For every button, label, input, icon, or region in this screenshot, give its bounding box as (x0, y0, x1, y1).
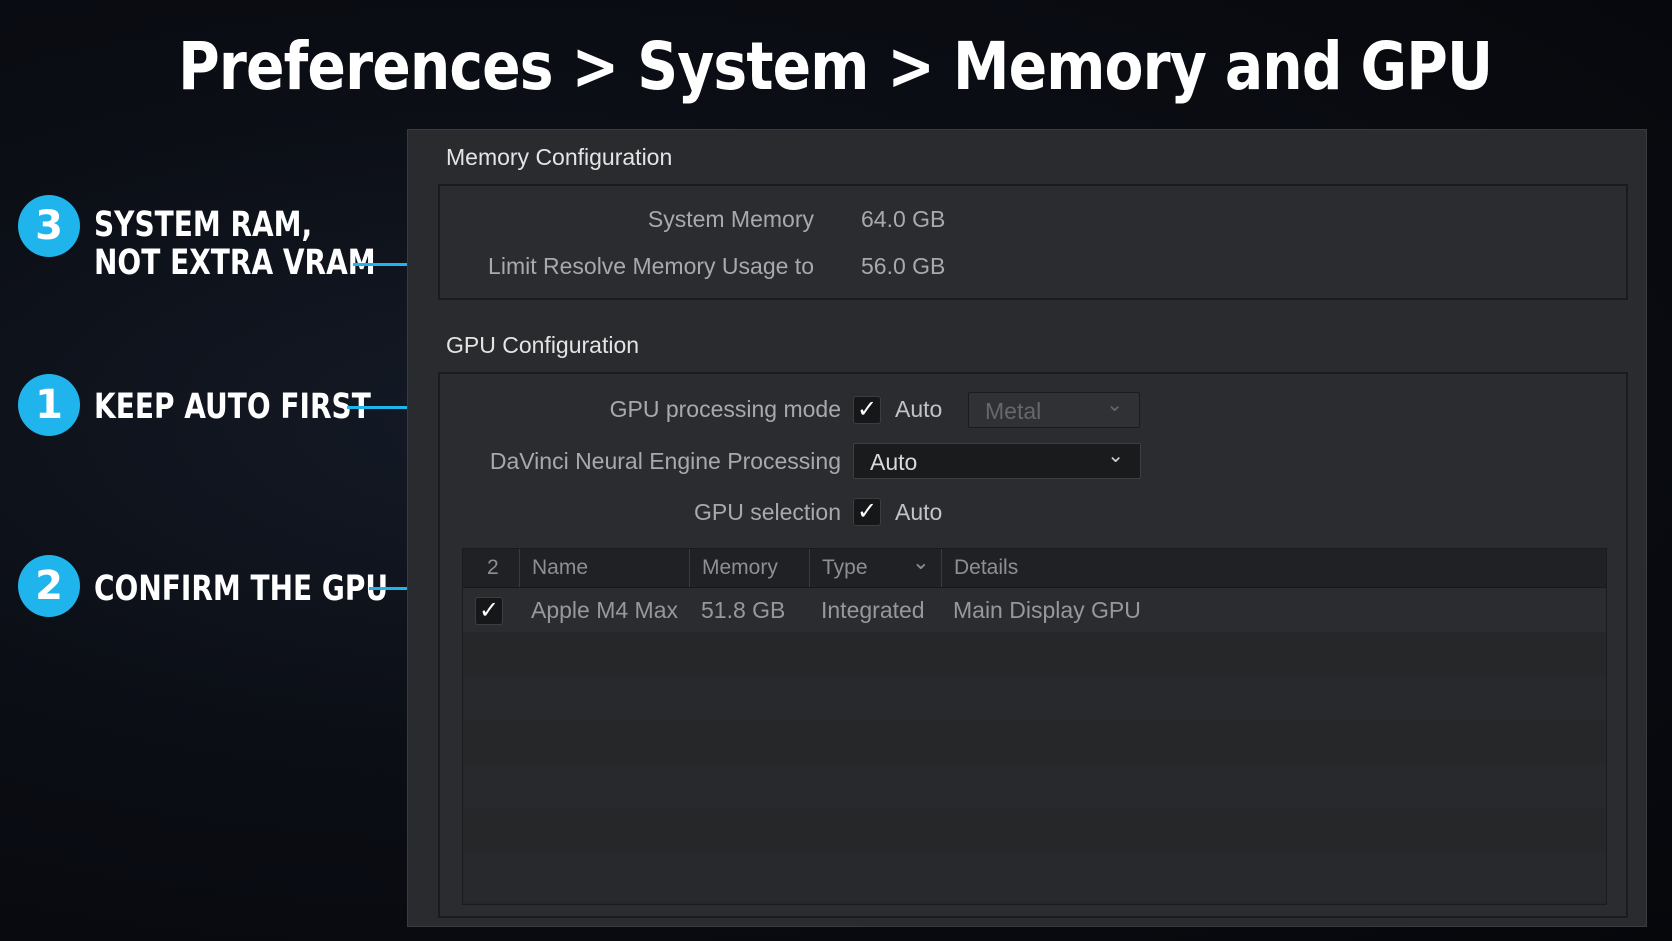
callout-text-line-2: NOT EXTRA VRAM (94, 243, 376, 283)
column-memory[interactable]: Memory (689, 549, 809, 587)
gpu-row-checkbox[interactable]: ✓ (475, 597, 503, 625)
memory-section-title: Memory Configuration (446, 144, 673, 170)
gpu-processing-auto-checkbox[interactable]: ✓ (853, 396, 881, 424)
empty-table-row (463, 764, 1606, 808)
page-title: Preferences > System > Memory and GPU (178, 28, 1493, 105)
chevron-down-icon: ⌄ (1106, 394, 1123, 416)
callout-badge-2: 2 (18, 555, 80, 617)
gpu-processing-auto-label: Auto (895, 396, 943, 422)
limit-memory-label: Limit Resolve Memory Usage to (488, 253, 814, 279)
dropdown-value: Auto (870, 449, 918, 475)
gpu-section-title: GPU Configuration (446, 332, 640, 358)
system-memory-value: 64.0 GB (861, 206, 946, 232)
gpu-table-header: 2 Name Memory Type ⌄ Details (463, 549, 1606, 588)
gpu-table: 2 Name Memory Type ⌄ Details ✓ Apple M4 … (462, 548, 1607, 905)
gpu-selection-label: GPU selection (693, 499, 841, 525)
chevron-down-icon: ⌄ (1107, 445, 1124, 467)
neural-engine-dropdown[interactable]: Auto ⌄ (853, 443, 1141, 479)
empty-table-row (463, 852, 1606, 902)
system-memory-label: System Memory (647, 206, 814, 232)
dropdown-value: Metal (985, 398, 1042, 424)
memory-config-group: System Memory 64.0 GB Limit Resolve Memo… (438, 184, 1628, 300)
column-count[interactable]: 2 (463, 549, 519, 587)
gpu-type-cell: Integrated (821, 597, 925, 623)
gpu-selection-auto-checkbox[interactable]: ✓ (853, 498, 881, 526)
gpu-memory-cell: 51.8 GB (701, 597, 786, 623)
gpu-config-group: GPU processing mode ✓ Auto Metal ⌄ DaVin… (438, 372, 1628, 918)
gpu-details-cell: Main Display GPU (953, 597, 1141, 623)
gpu-processing-mode-dropdown[interactable]: Metal ⌄ (968, 392, 1140, 428)
limit-memory-value[interactable]: 56.0 GB (861, 253, 945, 280)
empty-table-row (463, 632, 1606, 676)
empty-table-row (463, 676, 1606, 720)
column-name[interactable]: Name (519, 549, 689, 587)
gpu-processing-mode-label: GPU processing mode (609, 396, 841, 422)
column-type-sort-chevron-icon[interactable]: ⌄ (908, 544, 941, 582)
table-row[interactable]: ✓ Apple M4 Max 51.8 GB Integrated Main D… (463, 588, 1606, 632)
callout-badge-1: 1 (18, 374, 80, 436)
gpu-name-cell: Apple M4 Max (531, 597, 679, 623)
empty-table-row (463, 808, 1606, 852)
callout-badge-3: 3 (18, 195, 80, 257)
gpu-selection-auto-label: Auto (895, 499, 943, 525)
preferences-panel: Memory Configuration System Memory 64.0 … (407, 129, 1647, 927)
neural-engine-label: DaVinci Neural Engine Processing (489, 448, 841, 474)
callout-text-line-1: SYSTEM RAM, (94, 205, 313, 245)
empty-table-row (463, 720, 1606, 764)
column-details[interactable]: Details (941, 549, 1606, 587)
callout-text-line-1: CONFIRM THE GPU (94, 569, 389, 609)
callout-text-line-1: KEEP AUTO FIRST (94, 387, 371, 427)
